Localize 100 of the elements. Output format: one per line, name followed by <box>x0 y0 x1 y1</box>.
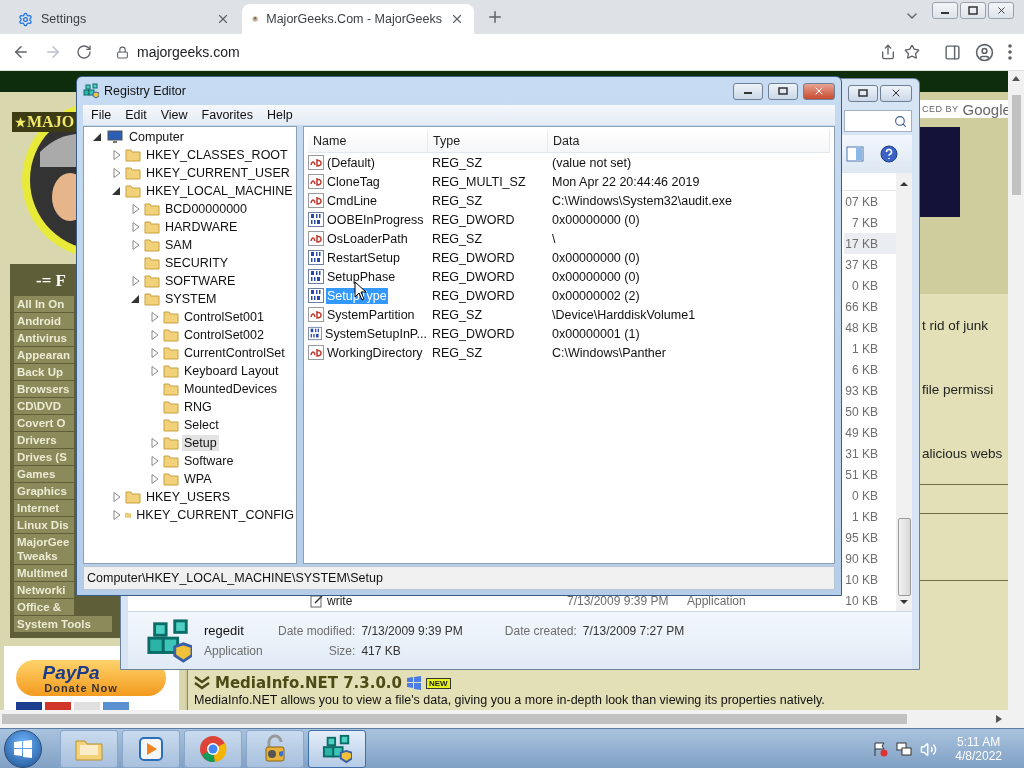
value-name[interactable]: (Default) <box>326 154 376 171</box>
file-row[interactable]: 66 KB <box>844 296 896 317</box>
maximize-button[interactable] <box>768 82 798 100</box>
paypal-donate-button[interactable]: PayPa Donate Now <box>16 660 166 696</box>
tree-item[interactable]: SAM <box>163 237 195 253</box>
file-row[interactable]: 0 KB <box>844 275 896 296</box>
expand-arrow-icon[interactable] <box>112 150 122 160</box>
close-button[interactable] <box>880 84 912 102</box>
help-icon[interactable] <box>880 145 898 163</box>
network-icon[interactable] <box>896 741 913 757</box>
expand-arrow-icon[interactable] <box>150 348 160 358</box>
tree-item[interactable]: WPA <box>182 471 214 487</box>
tree-item[interactable]: Select <box>182 417 221 433</box>
value-name[interactable]: OOBEInProgress <box>326 211 425 228</box>
taskbar-app-button[interactable] <box>122 730 180 768</box>
value-name[interactable]: RestartSetup <box>326 249 401 266</box>
close-button[interactable] <box>803 82 835 100</box>
expand-arrow-icon[interactable] <box>150 474 160 484</box>
file-row[interactable]: 37 KB <box>844 254 896 275</box>
tree-item[interactable]: HKEY_CURRENT_CONFIG <box>134 507 296 523</box>
volume-icon[interactable] <box>920 740 938 758</box>
file-row[interactable]: 48 KB <box>844 317 896 338</box>
restore-button[interactable] <box>848 84 878 102</box>
tree-item[interactable]: Keyboard Layout <box>182 363 281 379</box>
tree-item[interactable]: CurrentControlSet <box>182 345 287 361</box>
file-row[interactable]: 17 KB <box>844 233 896 254</box>
tree-item[interactable]: HKEY_USERS <box>144 489 233 505</box>
file-row[interactable]: 1 KB <box>844 506 896 527</box>
tree-item[interactable]: ControlSet001 <box>182 309 266 325</box>
tree-item[interactable]: HKEY_CLASSES_ROOT <box>144 147 290 163</box>
tree-item[interactable]: ControlSet002 <box>182 327 266 343</box>
expand-arrow-icon[interactable] <box>131 204 141 214</box>
expand-arrow-icon[interactable] <box>150 366 160 376</box>
tree-item[interactable]: Software <box>182 453 236 469</box>
menu-item[interactable]: Edit <box>119 108 153 122</box>
scroll-down-icon[interactable] <box>900 600 908 605</box>
tree-item[interactable]: Setup <box>182 435 219 451</box>
tree-item[interactable]: BCD00000000 <box>163 201 249 217</box>
menu-item[interactable]: File <box>85 108 118 122</box>
collapse-arrow-icon[interactable] <box>93 132 103 142</box>
search-field[interactable] <box>844 110 912 132</box>
back-button[interactable] <box>12 43 30 61</box>
column-header[interactable]: Name <box>308 130 428 152</box>
scrollbar-thumb[interactable] <box>2 714 907 724</box>
expand-arrow-icon[interactable] <box>131 276 141 286</box>
tree-item[interactable]: SOFTWARE <box>163 273 238 289</box>
value-name[interactable]: WorkingDirectory <box>326 344 424 361</box>
file-row[interactable]: 7 KB <box>844 212 896 233</box>
expand-arrow-icon[interactable] <box>150 456 160 466</box>
taskbar-app-button[interactable] <box>184 730 242 768</box>
action-center-flag-icon[interactable] <box>872 741 889 757</box>
new-tab-button[interactable] <box>486 8 504 26</box>
minimize-button[interactable] <box>733 82 763 100</box>
side-panel-button[interactable] <box>944 43 961 61</box>
share-button[interactable] <box>880 44 896 60</box>
value-name[interactable]: CloneTag <box>326 173 381 190</box>
file-row[interactable]: 51 KB <box>844 464 896 485</box>
close-tab-button[interactable] <box>450 12 464 26</box>
file-row[interactable]: 31 KB <box>844 443 896 464</box>
profile-button[interactable] <box>975 42 994 62</box>
scroll-right-icon[interactable] <box>996 715 1002 723</box>
scrollbar-thumb[interactable] <box>1011 95 1021 195</box>
scroll-up-icon[interactable] <box>900 181 908 186</box>
taskbar-app-button[interactable] <box>246 730 304 768</box>
tree-item[interactable]: HKEY_LOCAL_MACHINE <box>144 183 295 199</box>
value-name[interactable]: SystemSetupInP... <box>324 325 428 342</box>
column-header[interactable]: Data <box>548 130 830 152</box>
value-name[interactable]: CmdLine <box>326 192 379 209</box>
minimize-button[interactable] <box>932 2 958 19</box>
expand-arrow-icon[interactable] <box>112 492 122 502</box>
expand-arrow-icon[interactable] <box>150 330 160 340</box>
start-button[interactable] <box>4 730 42 768</box>
browser-tab[interactable]: MajorGeeks.Com - MajorGeeks <box>242 4 474 34</box>
file-row[interactable]: 50 KB <box>844 401 896 422</box>
scroll-up-icon[interactable] <box>1012 75 1020 81</box>
scrollbar-thumb[interactable] <box>897 518 911 596</box>
browser-tab[interactable]: Settings <box>8 4 240 34</box>
expand-arrow-icon[interactable] <box>131 240 141 250</box>
menu-item[interactable]: Help <box>261 108 299 122</box>
file-row[interactable]: 95 KB <box>844 527 896 548</box>
column-header[interactable]: Type <box>428 130 548 152</box>
value-name[interactable]: OsLoaderPath <box>326 230 409 247</box>
collapse-arrow-icon[interactable] <box>112 186 122 196</box>
expand-arrow-icon[interactable] <box>131 222 141 232</box>
tree-item[interactable]: Computer <box>127 129 186 145</box>
file-row[interactable]: 93 KB <box>844 380 896 401</box>
tree-item[interactable]: HARDWARE <box>163 219 240 235</box>
tree-item[interactable]: MountedDevices <box>182 381 280 397</box>
article-title[interactable]: MediaInfo.NET 7.3.0.0 <box>215 674 402 692</box>
file-row[interactable]: 1 KB <box>844 338 896 359</box>
file-row[interactable]: 90 KB <box>844 548 896 569</box>
tree-item[interactable]: SECURITY <box>163 255 231 271</box>
value-name[interactable]: SetupPhase <box>326 268 397 285</box>
reload-button[interactable] <box>76 44 92 60</box>
file-row[interactable]: 49 KB <box>844 422 896 443</box>
collapse-arrow-icon[interactable] <box>131 294 141 304</box>
menu-button[interactable] <box>1008 44 1012 60</box>
menu-item[interactable]: View <box>154 108 194 122</box>
taskbar-app-button[interactable] <box>308 730 366 768</box>
file-row[interactable]: 0 KB <box>844 485 896 506</box>
